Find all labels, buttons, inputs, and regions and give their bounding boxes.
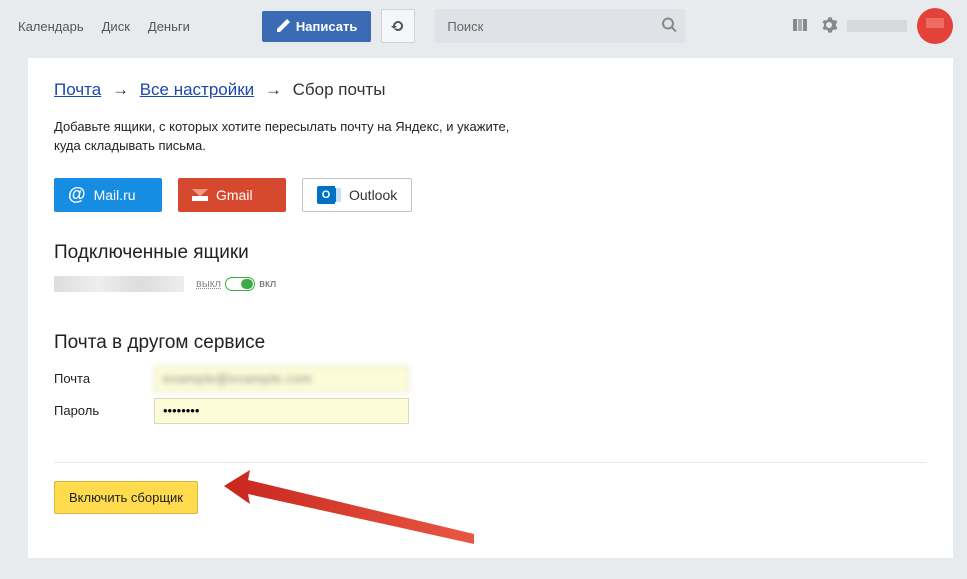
toggle-off-label[interactable]: выкл [196,278,221,290]
annotation-arrow [224,456,484,546]
password-row: Пароль [54,398,927,424]
connected-email-blurred [54,276,184,292]
description: Добавьте ящики, с которых хотите пересыл… [54,118,554,156]
provider-mailru-button[interactable]: @ Mail.ru [54,178,162,212]
breadcrumb-settings[interactable]: Все настройки [140,80,254,99]
other-service-section: Почта в другом сервисе Почта Пароль [54,332,927,424]
main-panel: Почта → Все настройки → Сбор почты Добав… [28,58,953,558]
gear-icon[interactable] [821,17,837,36]
search-box [435,9,685,43]
provider-label: Gmail [216,187,253,203]
provider-outlook-button[interactable]: O Outlook [302,178,412,212]
refresh-icon [390,18,406,34]
username-placeholder [847,20,907,32]
provider-label: Mail.ru [94,187,136,203]
breadcrumb-current: Сбор почты [293,80,386,99]
gmail-icon [192,189,208,201]
provider-gmail-button[interactable]: Gmail [178,178,286,212]
other-service-title: Почта в другом сервисе [54,332,927,354]
mailru-icon: @ [68,184,86,205]
toggle-on-label: вкл [259,278,276,290]
avatar[interactable] [917,8,953,44]
search-icon[interactable] [661,17,677,36]
breadcrumb: Почта → Все настройки → Сбор почты [54,80,927,100]
provider-buttons: @ Mail.ru Gmail O Outlook [54,178,927,212]
breadcrumb-sep: → [112,80,129,99]
link-disk[interactable]: Диск [98,15,134,38]
enable-collector-button[interactable]: Включить сборщик [54,481,198,514]
breadcrumb-mail[interactable]: Почта [54,80,101,99]
refresh-button[interactable] [381,9,415,43]
outlook-icon: O [317,186,341,204]
connected-title: Подключенные ящики [54,242,927,264]
connected-account-row: выкл вкл [54,276,927,292]
provider-label: Outlook [349,187,397,203]
email-row: Почта [54,366,927,392]
compose-button[interactable]: Написать [262,11,371,42]
toggle-knob [241,279,253,289]
compose-label: Написать [296,19,357,34]
email-field[interactable] [154,366,409,392]
toggle-switch[interactable] [225,277,255,291]
link-money[interactable]: Деньги [144,15,194,38]
breadcrumb-sep: → [265,80,282,99]
compose-icon [276,19,290,33]
search-input[interactable] [435,9,685,43]
top-header: Календарь Диск Деньги Написать [0,0,967,52]
toggle-wrap: выкл вкл [196,277,276,291]
link-calendar[interactable]: Календарь [14,15,88,38]
email-label: Почта [54,371,154,386]
password-field[interactable] [154,398,409,424]
password-label: Пароль [54,403,154,418]
divider [54,462,927,463]
themes-icon[interactable] [793,17,811,36]
header-right [793,8,953,44]
